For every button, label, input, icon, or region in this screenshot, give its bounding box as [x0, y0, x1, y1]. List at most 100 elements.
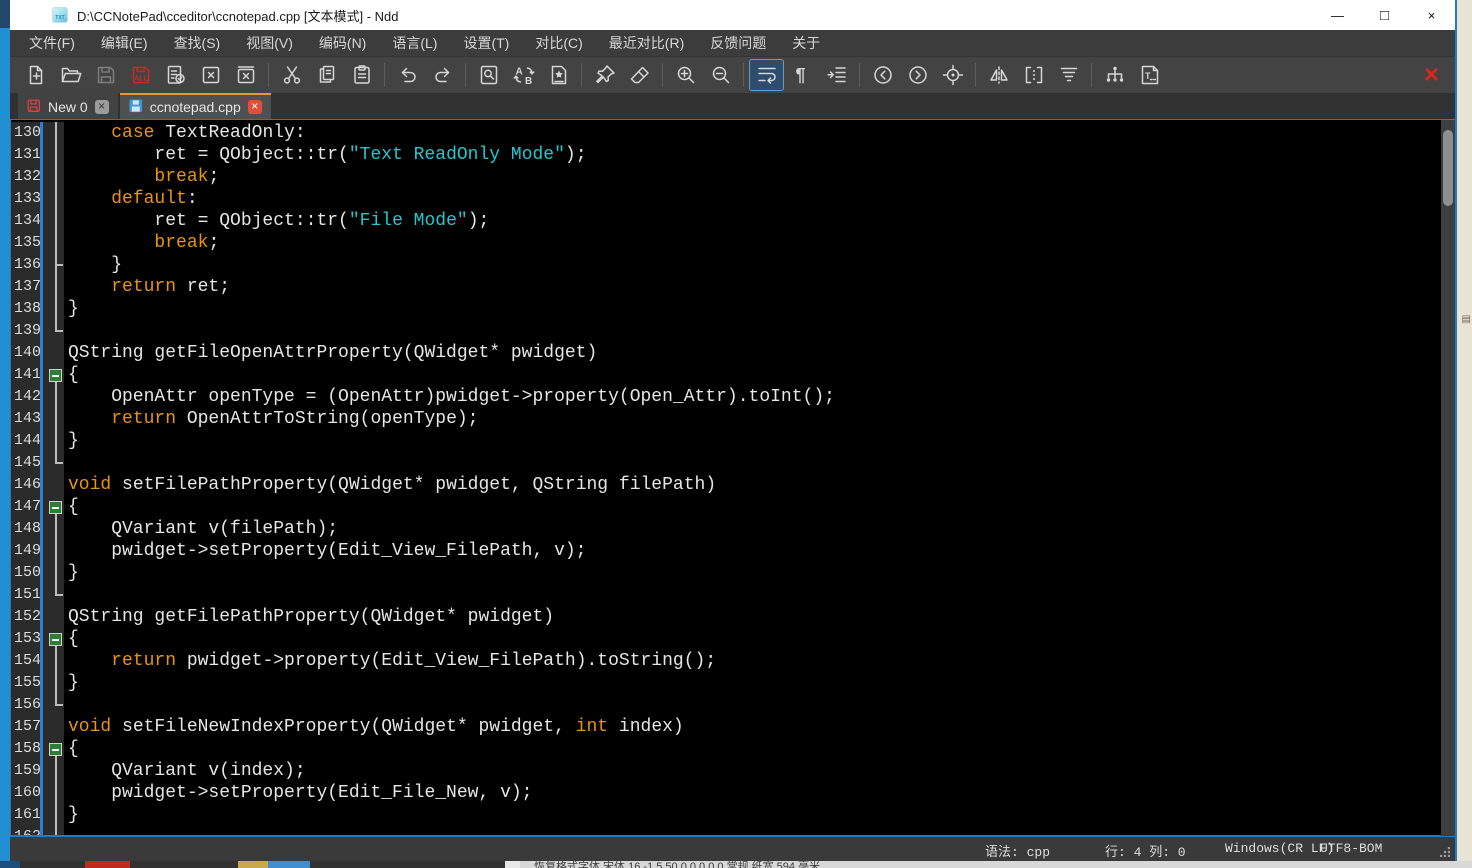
fold-margin[interactable] [48, 716, 64, 738]
show-whitespace-button[interactable]: ¶ [785, 60, 818, 90]
save-all-button[interactable]: ALL [124, 60, 157, 90]
fold-margin[interactable] [48, 232, 64, 254]
minimize-button[interactable]: — [1314, 0, 1361, 30]
close-all-files-button[interactable] [229, 60, 262, 90]
fold-margin[interactable] [48, 738, 64, 760]
fold-margin[interactable] [48, 298, 64, 320]
format-convert-button[interactable]: T [1133, 60, 1166, 90]
tab-new-0[interactable]: New 0× [18, 93, 118, 119]
fold-margin[interactable] [48, 760, 64, 782]
jump-back-button[interactable] [866, 60, 899, 90]
fold-margin[interactable] [48, 650, 64, 672]
cut-button[interactable] [275, 60, 308, 90]
menu-item-compare[interactable]: 对比(C) [522, 30, 595, 56]
fold-margin[interactable] [48, 320, 64, 342]
dir-compare-button[interactable] [1098, 60, 1131, 90]
code-text [64, 584, 68, 606]
fold-margin[interactable] [48, 826, 64, 837]
fold-margin[interactable] [48, 694, 64, 716]
fold-margin[interactable] [48, 254, 64, 276]
menu-item-language[interactable]: 语言(L) [379, 30, 450, 56]
fold-margin[interactable] [48, 430, 64, 452]
fold-margin[interactable] [48, 518, 64, 540]
code-line: 134 ret = QObject::tr("File Mode"); [11, 210, 1455, 232]
bracket-match-button[interactable] [1017, 60, 1050, 90]
close-button[interactable]: × [1408, 0, 1455, 30]
fold-line-end [55, 264, 63, 266]
indent-guide-button[interactable] [820, 60, 853, 90]
fold-margin[interactable] [48, 188, 64, 210]
fold-margin[interactable] [48, 474, 64, 496]
fold-margin[interactable] [48, 386, 64, 408]
find-button[interactable] [472, 60, 505, 90]
word-wrap-button[interactable] [750, 60, 783, 90]
new-file-button[interactable] [19, 60, 52, 90]
fold-margin[interactable] [48, 584, 64, 606]
fold-collapse-box[interactable] [49, 743, 62, 756]
fold-margin[interactable] [48, 628, 64, 650]
code-editor[interactable]: 130 case TextReadOnly:131 ret = QObject:… [10, 119, 1455, 837]
menu-item-recent-compare[interactable]: 最近对比(R) [596, 30, 697, 56]
tab-close-icon[interactable]: × [95, 100, 109, 114]
fold-line-end [55, 704, 63, 706]
menu-item-file[interactable]: 文件(F) [16, 30, 88, 56]
menu-item-encoding[interactable]: 编码(N) [306, 30, 379, 56]
menu-item-settings[interactable]: 设置(T) [450, 30, 522, 56]
resize-grip[interactable] [1440, 847, 1450, 857]
fold-collapse-box[interactable] [49, 633, 62, 646]
menu-item-feedback[interactable]: 反馈问题 [697, 30, 779, 56]
code-line: 130 case TextReadOnly: [11, 122, 1455, 144]
bookmark-button[interactable] [542, 60, 575, 90]
fold-margin[interactable] [48, 122, 64, 144]
exit-button[interactable]: × [1424, 60, 1439, 88]
code-line: 156 [11, 694, 1455, 716]
fold-margin[interactable] [48, 804, 64, 826]
undo-button[interactable] [391, 60, 424, 90]
fold-margin[interactable] [48, 540, 64, 562]
fold-collapse-box[interactable] [49, 501, 62, 514]
background-window-left-strip [0, 0, 10, 861]
zoom-in-button[interactable] [669, 60, 702, 90]
menu-item-about[interactable]: 关于 [779, 30, 833, 56]
maximize-button[interactable]: □ [1361, 0, 1408, 30]
fold-margin[interactable] [48, 166, 64, 188]
fold-margin[interactable] [48, 342, 64, 364]
copy-button[interactable] [310, 60, 343, 90]
fold-margin[interactable] [48, 210, 64, 232]
scrollbar-thumb[interactable] [1443, 130, 1453, 206]
pin-button[interactable] [588, 60, 621, 90]
close-file-button[interactable] [194, 60, 227, 90]
fold-margin[interactable] [48, 144, 64, 166]
replace-button[interactable]: AB [507, 60, 540, 90]
fold-margin[interactable] [48, 364, 64, 386]
fold-margin[interactable] [48, 606, 64, 628]
paste-button[interactable] [345, 60, 378, 90]
fold-margin[interactable] [48, 452, 64, 474]
clear-marks-button[interactable] [623, 60, 656, 90]
zoom-out-button[interactable] [704, 60, 737, 90]
tab-ccnotepad-cpp[interactable]: ccnotepad.cpp × [120, 93, 271, 119]
redo-button[interactable] [426, 60, 459, 90]
menu-item-edit[interactable]: 编辑(E) [88, 30, 161, 56]
vertical-scrollbar[interactable] [1441, 120, 1455, 836]
fold-line [55, 672, 57, 694]
menu-item-search[interactable]: 查找(S) [161, 30, 234, 56]
file-compare-button[interactable] [982, 60, 1015, 90]
fold-collapse-box[interactable] [49, 369, 62, 382]
filter-lines-button[interactable] [1052, 60, 1085, 90]
code-line: 144} [11, 430, 1455, 452]
open-file-button[interactable] [54, 60, 87, 90]
fold-margin[interactable] [48, 408, 64, 430]
tab-close-icon[interactable]: × [248, 100, 262, 114]
jump-forward-button[interactable] [901, 60, 934, 90]
batch-operate-button[interactable] [159, 60, 192, 90]
tab-label: ccnotepad.cpp [150, 99, 241, 115]
code-line: 152QString getFilePathProperty(QWidget* … [11, 606, 1455, 628]
fold-margin[interactable] [48, 672, 64, 694]
fold-margin[interactable] [48, 276, 64, 298]
fold-margin[interactable] [48, 782, 64, 804]
menu-item-view[interactable]: 视图(V) [233, 30, 306, 56]
locate-line-button[interactable] [936, 60, 969, 90]
fold-margin[interactable] [48, 562, 64, 584]
fold-margin[interactable] [48, 496, 64, 518]
